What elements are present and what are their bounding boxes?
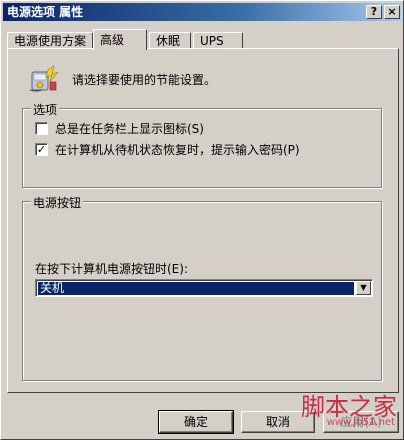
intro-text: 请选择要使用的节能设置。: [72, 73, 217, 87]
tab-hibernate[interactable]: 休眠: [149, 32, 191, 48]
options-group: 选项 总是在任务栏上显示图标(S) ✓ 在计算机从待机状态恢复时，提示输入密码(…: [22, 101, 382, 188]
tab-advanced[interactable]: 高级: [93, 29, 147, 50]
power-buttons-group-legend: 电源按钮: [31, 194, 84, 211]
options-group-legend: 选项: [31, 101, 60, 118]
chevron-down-icon[interactable]: ▼: [356, 281, 371, 295]
dialog-window: 电源选项 属性 ? × 电源使用方案 高级 休眠 UPS 请选择要使用的节能设置…: [0, 0, 404, 440]
ok-button[interactable]: 确定: [158, 410, 234, 434]
show-icon-checkbox[interactable]: [35, 122, 48, 135]
power-button-action-value: 关机: [38, 282, 354, 295]
prompt-password-label: 在计算机从待机状态恢复时，提示输入密码(P): [55, 143, 300, 157]
watermark-url: www.jb51.net: [326, 417, 395, 428]
power-button-action-select[interactable]: 关机 ▼: [35, 279, 373, 297]
title-bar[interactable]: 电源选项 属性 ? ×: [3, 3, 401, 21]
window-title: 电源选项 属性: [7, 5, 84, 19]
power-buttons-group: 电源按钮 在按下计算机电源按钮时(E): 关机 ▼: [22, 194, 382, 381]
help-button[interactable]: ?: [366, 5, 382, 19]
power-button-action-label: 在按下计算机电源按钮时(E):: [35, 262, 188, 276]
tab-power-schemes[interactable]: 电源使用方案: [7, 32, 93, 48]
prompt-password-checkbox[interactable]: ✓: [35, 143, 48, 156]
tab-ups[interactable]: UPS: [193, 32, 243, 48]
show-icon-label: 总是在任务栏上显示图标(S): [55, 122, 204, 136]
power-options-icon: [29, 65, 59, 92]
tab-panel-advanced: 请选择要使用的节能设置。 选项 总是在任务栏上显示图标(S) ✓ 在计算机从待机…: [7, 48, 399, 393]
close-button[interactable]: ×: [384, 5, 400, 19]
